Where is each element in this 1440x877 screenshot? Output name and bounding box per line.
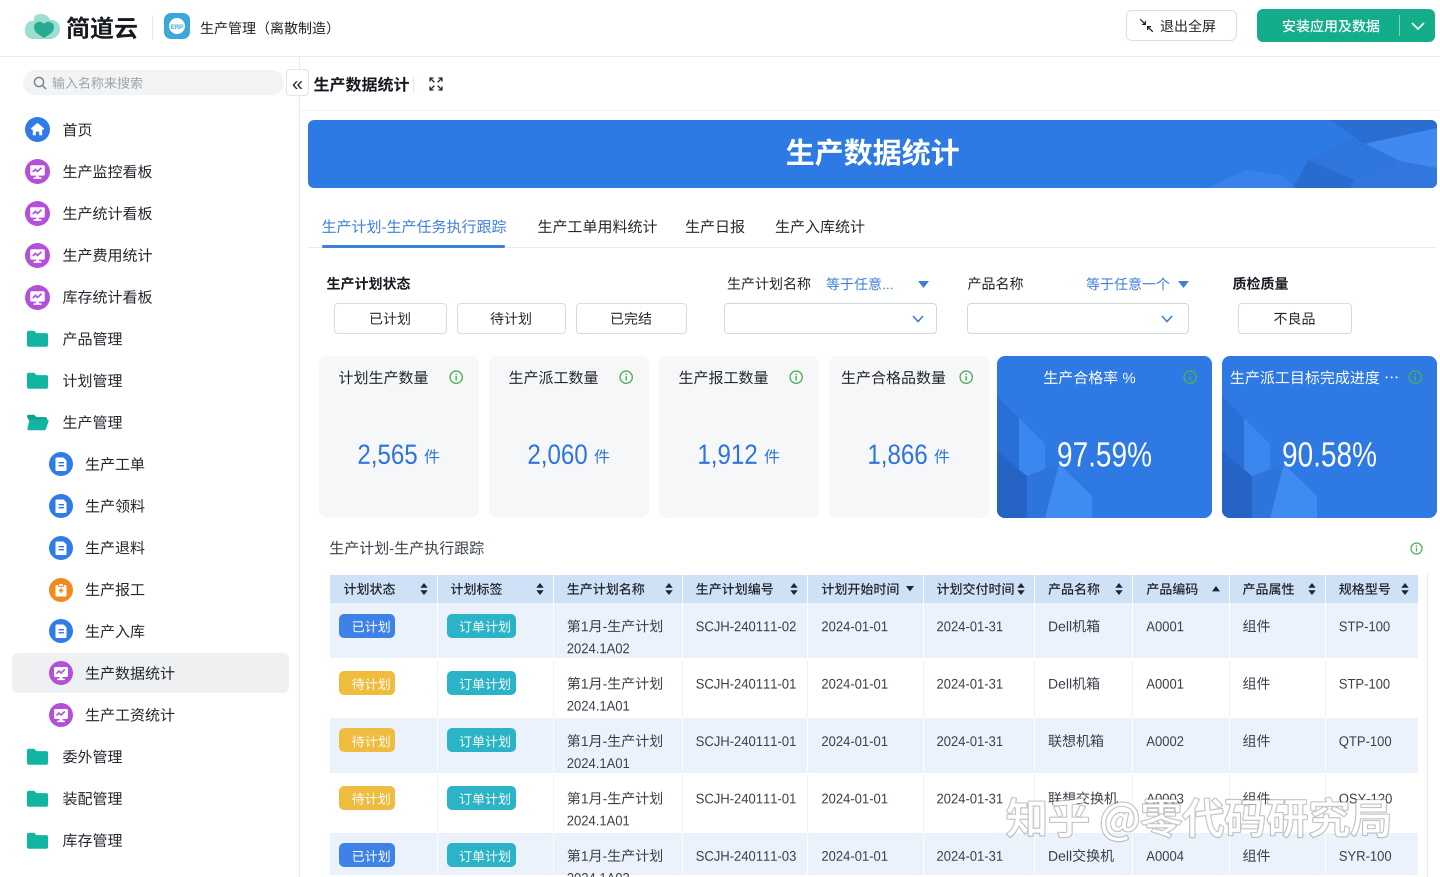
svg-text:ERP: ERP [171, 25, 183, 31]
